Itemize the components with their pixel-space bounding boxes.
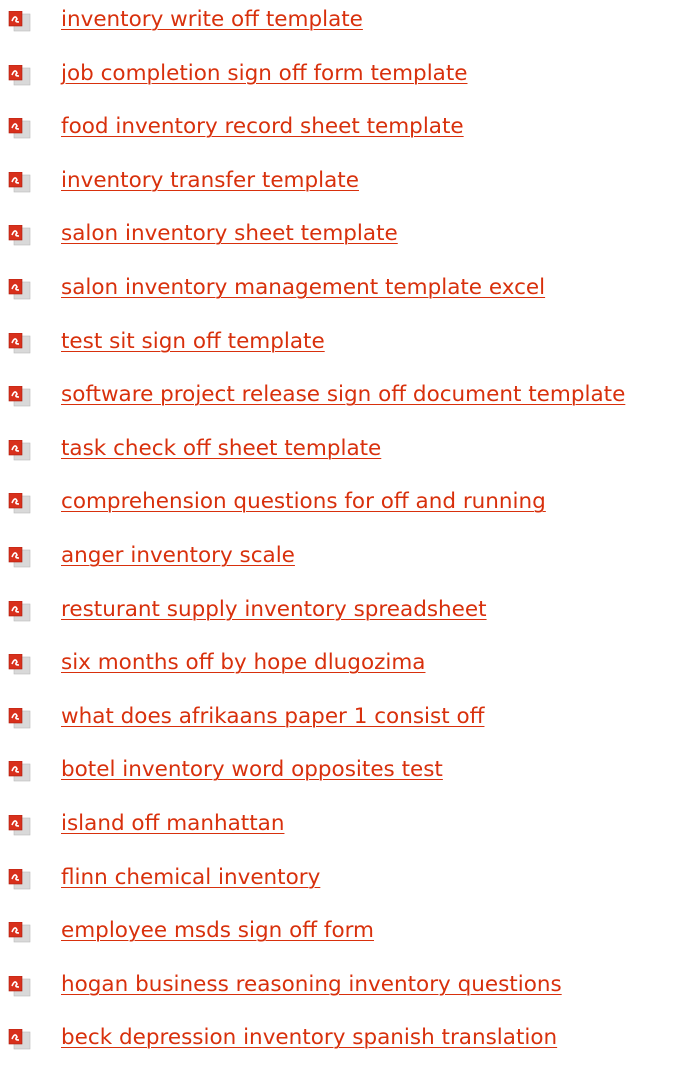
pdf-document-icon <box>8 1029 31 1050</box>
list-item: resturant supply inventory spreadsheet <box>0 590 677 644</box>
list-item: food inventory record sheet template <box>0 107 677 161</box>
document-link[interactable]: salon inventory sheet template <box>61 219 398 249</box>
pdf-document-icon <box>8 118 31 139</box>
list-item: anger inventory scale <box>0 536 677 590</box>
list-item: salon inventory management template exce… <box>0 268 677 322</box>
list-item: beck depression inventory spanish transl… <box>0 1018 677 1072</box>
pdf-document-icon <box>8 654 31 675</box>
pdf-document-icon <box>8 868 31 889</box>
list-item: software project release sign off docume… <box>0 375 677 429</box>
pdf-document-icon <box>8 546 31 568</box>
list-item: job completion sign off form template <box>0 54 677 108</box>
pdf-document-icon <box>8 439 31 461</box>
list-item: six months off by hope dlugozima <box>0 643 677 697</box>
list-item: flinn chemical inventory <box>0 858 677 912</box>
list-item: employee msds sign off form <box>0 911 677 965</box>
list-item: inventory transfer template <box>0 161 677 215</box>
document-link[interactable]: test sit sign off template <box>61 327 325 357</box>
document-link[interactable]: resturant supply inventory spreadsheet <box>61 595 487 625</box>
document-link[interactable]: task check off sheet template <box>61 434 381 464</box>
document-link-list: inventory write off template job complet… <box>0 0 677 1072</box>
document-link[interactable]: hogan business reasoning inventory quest… <box>61 970 562 1000</box>
pdf-document-icon <box>8 64 31 85</box>
pdf-document-icon <box>8 386 31 407</box>
pdf-document-icon <box>8 600 31 621</box>
list-item: task check off sheet template <box>0 429 677 483</box>
pdf-document-icon <box>8 171 31 193</box>
pdf-document-icon <box>8 332 31 353</box>
pdf-document-icon <box>8 922 31 943</box>
list-item: hogan business reasoning inventory quest… <box>0 965 677 1019</box>
document-link[interactable]: flinn chemical inventory <box>61 863 320 893</box>
list-item: what does afrikaans paper 1 consist off <box>0 697 677 751</box>
document-link[interactable]: botel inventory word opposites test <box>61 755 443 785</box>
document-link[interactable]: beck depression inventory spanish transl… <box>61 1023 557 1053</box>
pdf-document-icon <box>8 11 31 32</box>
document-link[interactable]: employee msds sign off form <box>61 916 374 946</box>
document-link[interactable]: six months off by hope dlugozima <box>61 648 425 678</box>
pdf-document-icon <box>8 278 31 300</box>
document-link[interactable]: salon inventory management template exce… <box>61 273 545 303</box>
pdf-document-icon <box>8 707 31 729</box>
document-link[interactable]: anger inventory scale <box>61 541 295 571</box>
pdf-document-icon <box>8 493 31 514</box>
document-link[interactable]: food inventory record sheet template <box>61 112 464 142</box>
list-item: botel inventory word opposites test <box>0 750 677 804</box>
document-link[interactable]: comprehension questions for off and runn… <box>61 487 546 517</box>
document-link[interactable]: inventory write off template <box>61 5 363 35</box>
list-item: salon inventory sheet template <box>0 214 677 268</box>
document-link[interactable]: software project release sign off docume… <box>61 380 625 410</box>
list-item: inventory write off template <box>0 0 677 54</box>
document-link[interactable]: island off manhattan <box>61 809 284 839</box>
pdf-document-icon <box>8 761 31 782</box>
list-item: island off manhattan <box>0 804 677 858</box>
pdf-document-icon <box>8 225 31 246</box>
document-link[interactable]: job completion sign off form template <box>61 59 468 89</box>
list-item: test sit sign off template <box>0 322 677 376</box>
document-link[interactable]: inventory transfer template <box>61 166 359 196</box>
pdf-document-icon <box>8 814 31 836</box>
pdf-document-icon <box>8 975 31 996</box>
list-item: comprehension questions for off and runn… <box>0 482 677 536</box>
document-link[interactable]: what does afrikaans paper 1 consist off <box>61 702 484 732</box>
